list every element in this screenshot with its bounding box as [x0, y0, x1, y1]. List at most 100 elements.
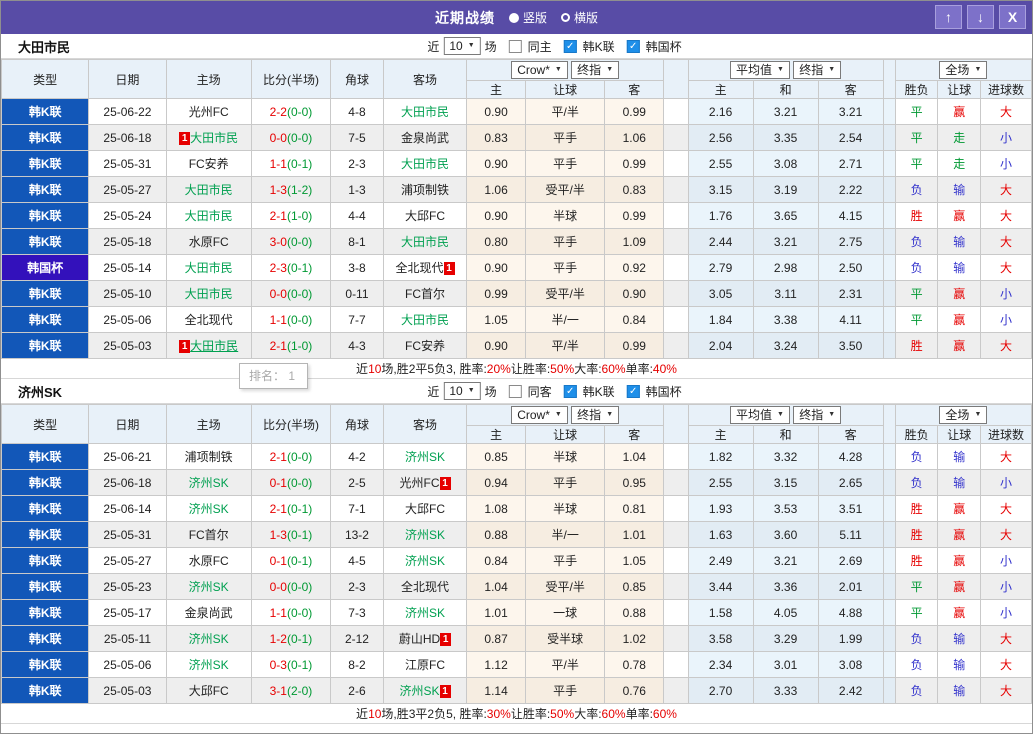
- team-link[interactable]: 大田市民: [401, 105, 449, 119]
- period-select[interactable]: 全场 ▼: [939, 61, 988, 79]
- period-select[interactable]: 全场 ▼: [939, 406, 988, 424]
- team-link[interactable]: 大田市民: [185, 209, 233, 223]
- kcup-label: 韩国杯: [645, 384, 682, 399]
- spacer-cell: [882, 254, 896, 281]
- team-link[interactable]: 大田市民: [401, 313, 449, 327]
- kleague-checkbox[interactable]: ✓: [563, 384, 577, 398]
- team-link[interactable]: 蔚山HD: [399, 632, 440, 646]
- team-link[interactable]: 水原FC: [189, 235, 229, 249]
- match-count-select[interactable]: 10 ▼: [443, 37, 481, 55]
- team-link[interactable]: 济州SK: [405, 450, 445, 464]
- result-handicap: 赢: [937, 280, 982, 307]
- same-away-checkbox[interactable]: [508, 384, 522, 398]
- team-link[interactable]: 全北现代: [401, 580, 449, 594]
- team-link[interactable]: 济州SK: [189, 580, 229, 594]
- team-link[interactable]: 大田市民: [190, 131, 238, 145]
- team-link[interactable]: 济州SK: [405, 528, 445, 542]
- bookmaker-select[interactable]: Crow* ▼: [511, 406, 568, 424]
- match-date: 25-05-03: [88, 332, 167, 359]
- team-link[interactable]: 江原FC: [405, 658, 445, 672]
- rank-badge: 1: [439, 477, 451, 490]
- odds-stage-select[interactable]: 终指 ▼: [571, 61, 620, 79]
- team-link[interactable]: 金泉尚武: [185, 606, 233, 620]
- team-link[interactable]: 大田市民: [401, 157, 449, 171]
- odds-handicap: 平手: [525, 228, 606, 255]
- result-handicap: 赢: [937, 521, 982, 548]
- average-select[interactable]: 平均值 ▼: [729, 406, 790, 424]
- odds-away: 0.78: [604, 651, 665, 678]
- team-link[interactable]: 浦项制铁: [401, 183, 449, 197]
- odds-away: 0.92: [604, 254, 665, 281]
- team-link[interactable]: FC安养: [405, 339, 445, 353]
- team-link[interactable]: 大田市民: [190, 339, 238, 353]
- average-select[interactable]: 平均值 ▼: [729, 61, 790, 79]
- team-link[interactable]: 济州SK: [189, 502, 229, 516]
- match-date: 25-05-31: [88, 521, 167, 548]
- team-link[interactable]: 浦项制铁: [185, 450, 233, 464]
- fulltime-score: 2-3: [269, 260, 287, 275]
- team-link[interactable]: 济州SK: [400, 684, 440, 698]
- spacer-cell: [882, 443, 896, 470]
- radio-unselected-icon: [561, 13, 570, 22]
- odds-stage-select[interactable]: 终指 ▼: [571, 406, 620, 424]
- team-link[interactable]: 大田市民: [185, 287, 233, 301]
- match-count-select[interactable]: 10 ▼: [443, 382, 481, 400]
- team-link[interactable]: FC首尔: [189, 528, 229, 542]
- corners: 4-8: [330, 98, 384, 125]
- home-team: 金泉尚武: [165, 599, 252, 626]
- team-link[interactable]: 大邱FC: [189, 684, 229, 698]
- close-button[interactable]: X: [999, 5, 1026, 29]
- odds-stage-select[interactable]: 终指 ▼: [793, 406, 842, 424]
- match-date: 25-05-23: [88, 573, 167, 600]
- same-home-label: 同主: [527, 39, 552, 54]
- sub-header: 客: [604, 80, 665, 99]
- team-link[interactable]: 光州FC: [400, 476, 440, 490]
- result-wdl: 平: [894, 98, 939, 125]
- corners: 4-4: [330, 202, 384, 229]
- move-up-button[interactable]: ↑: [935, 5, 962, 29]
- radio-vertical-layout[interactable]: 竖版: [508, 9, 547, 26]
- team-link[interactable]: 大邱FC: [405, 209, 445, 223]
- odds-home: 0.84: [466, 547, 527, 574]
- radio-horizontal-layout[interactable]: 横版: [561, 9, 598, 26]
- move-down-button[interactable]: ↓: [967, 5, 994, 29]
- odds-stage-select[interactable]: 终指 ▼: [793, 61, 842, 79]
- team-link[interactable]: 全北现代: [185, 313, 233, 327]
- same-away-label: 同客: [527, 384, 552, 399]
- team-link[interactable]: 济州SK: [405, 554, 445, 568]
- kcup-checkbox[interactable]: ✓: [626, 39, 640, 53]
- score-cell: 0-0(0-0): [250, 280, 332, 307]
- team-link[interactable]: 大田市民: [185, 183, 233, 197]
- team-link[interactable]: 金泉尚武: [401, 131, 449, 145]
- halftime-score: (1-2): [286, 182, 313, 197]
- spacer-cell: [663, 547, 689, 574]
- team-link[interactable]: 水原FC: [189, 554, 229, 568]
- team-link[interactable]: FC首尔: [405, 287, 445, 301]
- team-link[interactable]: 济州SK: [189, 476, 229, 490]
- up-arrow-icon: ↑: [945, 9, 952, 25]
- result-goals: 小: [980, 547, 1032, 574]
- team-link[interactable]: 济州SK: [405, 606, 445, 620]
- team-link[interactable]: 大田市民: [401, 235, 449, 249]
- odds-handicap: 平手: [525, 254, 606, 281]
- average-odds-group: 平均值 ▼ 终指 ▼: [687, 404, 884, 426]
- bookmaker-select[interactable]: Crow* ▼: [511, 61, 568, 79]
- team-link[interactable]: 光州FC: [189, 105, 229, 119]
- team-link[interactable]: FC安养: [189, 157, 229, 171]
- team-link[interactable]: 全北现代: [396, 261, 444, 275]
- bookmaker-select-value: Crow*: [517, 63, 550, 77]
- col-header: 角球: [330, 404, 384, 444]
- team2-name: 济州SK: [18, 384, 63, 400]
- match-date: 25-06-18: [88, 124, 167, 151]
- kleague-checkbox[interactable]: ✓: [563, 39, 577, 53]
- team-link[interactable]: 济州SK: [189, 632, 229, 646]
- spacer-column: [882, 59, 896, 99]
- home-team: FC安养: [165, 150, 252, 177]
- team-link[interactable]: 济州SK: [189, 658, 229, 672]
- avg-draw: 3.38: [752, 306, 819, 333]
- team-link[interactable]: 大邱FC: [405, 502, 445, 516]
- kcup-checkbox[interactable]: ✓: [626, 384, 640, 398]
- team-link[interactable]: 大田市民: [185, 261, 233, 275]
- result-goals: 小: [980, 280, 1032, 307]
- same-home-checkbox[interactable]: [508, 39, 522, 53]
